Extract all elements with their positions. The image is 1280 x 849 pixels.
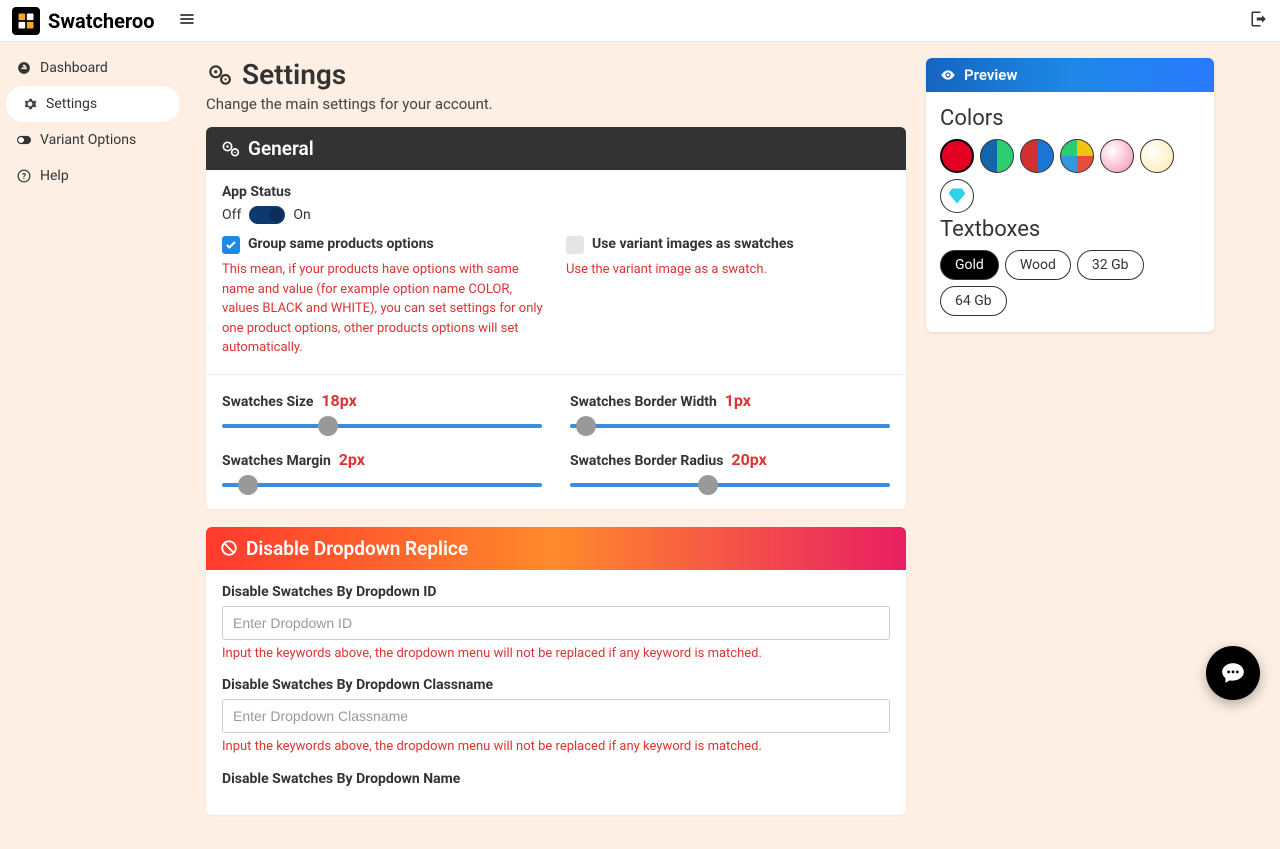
swatch-row xyxy=(940,139,1200,213)
sidebar-item-variant-options[interactable]: Variant Options xyxy=(0,122,186,158)
group-options-checkbox[interactable] xyxy=(222,236,240,254)
toggle-on-label: On xyxy=(293,207,310,223)
disable-dropdown-card: Disable Dropdown Replice Disable Swatche… xyxy=(206,527,906,815)
page-title: Settings xyxy=(206,58,906,91)
variant-images-checkbox[interactable] xyxy=(566,236,584,254)
variant-images-help: Use the variant image as a swatch. xyxy=(566,260,890,280)
app-status-toggle[interactable] xyxy=(249,206,285,224)
app-name: Swatcheroo xyxy=(48,9,155,33)
pill-gold[interactable]: Gold xyxy=(940,250,999,280)
help-icon: ? xyxy=(16,169,32,183)
swatches-border-width-slider[interactable] xyxy=(570,416,890,436)
gear-icon xyxy=(22,97,38,111)
preview-textboxes-label: Textboxes xyxy=(940,217,1200,242)
swatch-green[interactable] xyxy=(980,139,1014,173)
swatches-border-radius-group: Swatches Border Radius 20px xyxy=(570,450,890,495)
disable-dropdown-header: Disable Dropdown Replice xyxy=(206,527,906,570)
swatch-diamond[interactable] xyxy=(940,179,974,213)
pill-64gb[interactable]: 64 Gb xyxy=(940,286,1007,316)
disable-by-class-help: Input the keywords above, the dropdown m… xyxy=(222,737,890,757)
general-card-header: General xyxy=(206,127,906,170)
disable-by-class-input[interactable] xyxy=(222,699,890,733)
chat-fab[interactable] xyxy=(1206,646,1260,700)
sidebar-item-dashboard[interactable]: Dashboard xyxy=(0,50,186,86)
sidebar: Dashboard Settings Variant Options ? Hel… xyxy=(0,42,186,849)
sidebar-item-label: Dashboard xyxy=(40,60,108,76)
swatches-border-width-group: Swatches Border Width 1px xyxy=(570,391,890,436)
swatches-margin-group: Swatches Margin 2px xyxy=(222,450,542,495)
swatch-pink[interactable] xyxy=(1100,139,1134,173)
pill-wood[interactable]: Wood xyxy=(1005,250,1071,280)
swatch-red[interactable] xyxy=(940,139,974,173)
preview-card: Preview Colors Textboxes Gold Wood 3 xyxy=(926,58,1214,332)
toggle-icon xyxy=(16,135,32,145)
general-card: General App Status Off On Group sa xyxy=(206,127,906,509)
sidebar-item-settings[interactable]: Settings xyxy=(6,86,180,122)
page-description: Change the main settings for your accoun… xyxy=(206,95,906,113)
disable-by-class-label: Disable Swatches By Dropdown Classname xyxy=(222,677,890,693)
group-options-label: Group same products options xyxy=(248,236,434,252)
divider xyxy=(206,374,906,375)
swatch-multi[interactable] xyxy=(1060,139,1094,173)
variant-images-label: Use variant images as swatches xyxy=(592,236,794,252)
disable-by-id-label: Disable Swatches By Dropdown ID xyxy=(222,584,890,600)
sidebar-item-label: Settings xyxy=(46,96,97,112)
logo: Swatcheroo xyxy=(12,7,155,35)
menu-toggle-icon[interactable] xyxy=(179,11,195,31)
swatches-border-radius-slider[interactable] xyxy=(570,475,890,495)
swatches-margin-slider[interactable] xyxy=(222,475,542,495)
preview-header: Preview xyxy=(926,58,1214,92)
pill-row: Gold Wood 32 Gb 64 Gb xyxy=(940,250,1200,316)
page-header: Settings Change the main settings for yo… xyxy=(206,58,906,113)
sidebar-item-label: Variant Options xyxy=(40,132,136,148)
swatches-size-group: Swatches Size 18px xyxy=(222,391,542,436)
disable-by-name-label: Disable Swatches By Dropdown Name xyxy=(222,771,890,787)
preview-panel: Preview Colors Textboxes Gold Wood 3 xyxy=(926,42,1226,849)
svg-text:?: ? xyxy=(22,171,26,181)
swatch-redblue[interactable] xyxy=(1020,139,1054,173)
logo-icon xyxy=(12,7,40,35)
logout-icon[interactable] xyxy=(1250,10,1268,32)
disable-by-id-help: Input the keywords above, the dropdown m… xyxy=(222,644,890,664)
swatches-size-slider[interactable] xyxy=(222,416,542,436)
topbar: Swatcheroo xyxy=(0,0,1280,42)
group-options-help: This mean, if your products have options… xyxy=(222,260,546,358)
main-content: Settings Change the main settings for yo… xyxy=(186,42,926,849)
dashboard-icon xyxy=(16,61,32,75)
preview-colors-label: Colors xyxy=(940,106,1200,131)
disable-by-id-input[interactable] xyxy=(222,606,890,640)
app-status-label: App Status xyxy=(222,184,890,200)
swatch-cream[interactable] xyxy=(1140,139,1174,173)
toggle-off-label: Off xyxy=(222,207,241,223)
sidebar-item-help[interactable]: ? Help xyxy=(0,158,186,194)
pill-32gb[interactable]: 32 Gb xyxy=(1077,250,1144,280)
sidebar-item-label: Help xyxy=(40,168,69,184)
